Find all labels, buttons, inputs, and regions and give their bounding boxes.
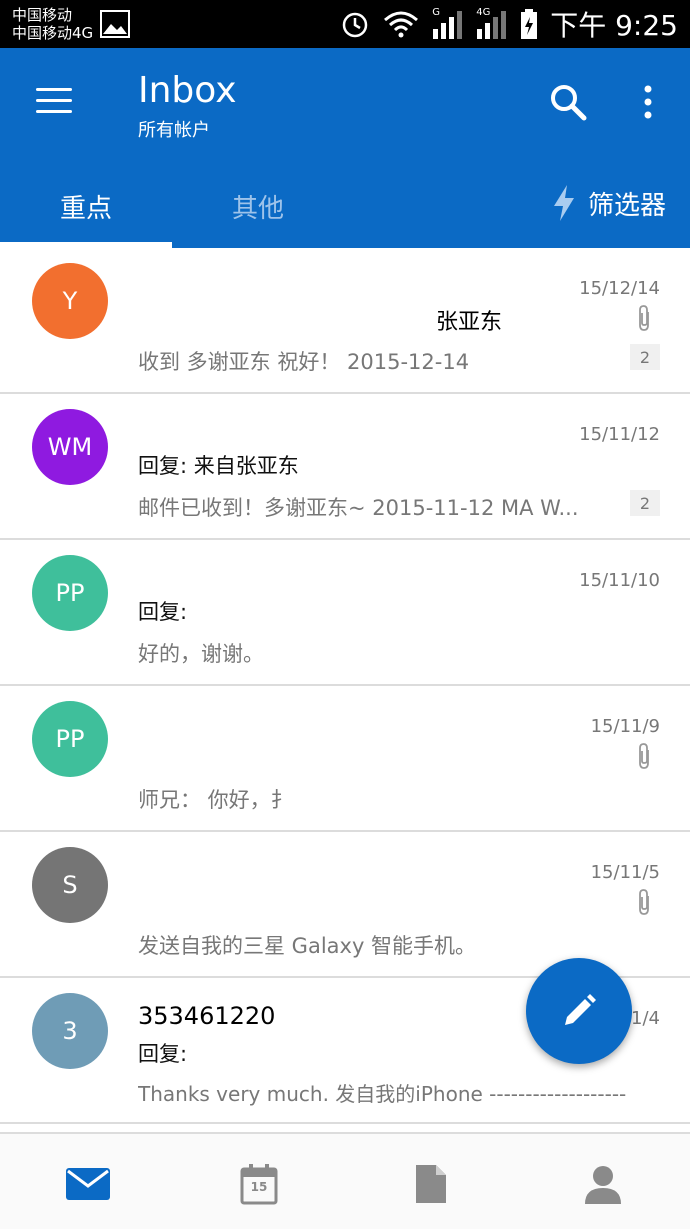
email-row[interactable]: PP 15/11/9 师兄： 你好，扌	[0, 686, 690, 832]
search-icon[interactable]	[548, 82, 588, 122]
avatar: S	[32, 847, 108, 923]
mail-icon	[66, 1168, 110, 1200]
attachment-icon	[639, 305, 649, 331]
signal-icon-2: 4G	[476, 7, 508, 39]
email-date: 15/11/5	[590, 862, 660, 883]
person-icon	[585, 1166, 621, 1204]
lightning-icon	[553, 185, 574, 221]
email-sender: 353461220	[138, 1002, 276, 1030]
pencil-icon	[565, 994, 596, 1025]
email-row[interactable]: WM 15/11/12 回复: 来自张亚东 邮件已收到！多谢亚东~ 2015-1…	[0, 394, 690, 540]
account-subtitle[interactable]: 所有帐户	[138, 116, 210, 142]
email-row[interactable]: Y 15/12/14 张亚东 收到 多谢亚东 祝好！ 2015-12-14 2	[0, 248, 690, 394]
email-snippet: 好的，谢谢。	[138, 642, 264, 666]
avatar: PP	[32, 701, 108, 777]
email-snippet: Thanks very much. 发自我的iPhone -----------…	[138, 1082, 627, 1106]
avatar: PP	[32, 555, 108, 631]
thread-count-badge: 2	[630, 490, 660, 516]
email-snippet: 邮件已收到！多谢亚东~ 2015-11-12 MA W...	[138, 496, 579, 520]
signal-icon-1: G	[432, 7, 464, 39]
email-subject: 回复:	[138, 1042, 188, 1066]
battery-icon	[521, 9, 538, 39]
email-date: 1/4	[631, 1008, 660, 1029]
nav-calendar[interactable]: 15	[234, 1162, 284, 1206]
app-bar: Inbox 所有帐户 重点 其他 筛选器	[0, 48, 690, 248]
email-row[interactable]: S 15/11/5 发送自我的三星 Galaxy 智能手机。	[0, 832, 690, 978]
email-date: 15/11/10	[579, 570, 660, 591]
status-icons: G 4G 下午 9:25	[340, 6, 678, 42]
email-subject: 回复:	[138, 600, 188, 624]
tab-focused[interactable]: 重点	[60, 188, 112, 225]
nav-mail[interactable]	[63, 1162, 113, 1206]
email-snippet: 发送自我的三星 Galaxy 智能手机。	[138, 934, 477, 958]
avatar: WM	[32, 409, 108, 485]
page-title: Inbox	[138, 70, 237, 111]
email-snippet: 师兄： 你好，扌	[138, 788, 292, 812]
status-time: 下午 9:25	[550, 9, 678, 42]
wifi-icon	[384, 11, 419, 38]
alarm-icon	[342, 12, 368, 38]
more-options-icon[interactable]	[640, 84, 656, 124]
bottom-nav: 15	[0, 1132, 690, 1229]
email-snippet: 收到 多谢亚东 祝好！ 2015-12-14	[138, 350, 470, 374]
tab-other[interactable]: 其他	[232, 188, 284, 225]
menu-icon[interactable]	[36, 86, 74, 116]
image-icon	[100, 10, 130, 38]
email-date: 15/11/12	[579, 424, 660, 445]
email-sender: 张亚东	[436, 310, 503, 335]
compose-button[interactable]	[526, 958, 632, 1064]
thread-count-badge: 2	[630, 344, 660, 370]
email-date: 15/12/14	[579, 278, 660, 299]
calendar-icon: 15	[240, 1163, 278, 1205]
attachment-icon	[639, 743, 649, 769]
carrier-1: 中国移动	[12, 6, 73, 24]
status-bar: 中国移动 中国移动4G G 4G 下午 9:25	[0, 0, 690, 48]
filter-label: 筛选器	[587, 190, 666, 221]
avatar: 3	[32, 993, 108, 1069]
carrier-2: 中国移动4G	[12, 24, 94, 42]
email-subject: 回复: 来自张亚东	[138, 454, 299, 478]
nav-people[interactable]	[578, 1162, 628, 1206]
file-icon	[416, 1165, 446, 1203]
filter-button[interactable]: 筛选器	[552, 184, 666, 222]
email-row[interactable]: PP 15/11/10 回复: 好的，谢谢。	[0, 540, 690, 686]
carrier-info: 中国移动 中国移动4G	[12, 6, 93, 42]
avatar: Y	[32, 263, 108, 339]
calendar-day: 15	[250, 1180, 268, 1194]
attachment-icon	[639, 889, 649, 915]
email-date: 15/11/9	[590, 716, 660, 737]
nav-files[interactable]	[406, 1162, 456, 1206]
